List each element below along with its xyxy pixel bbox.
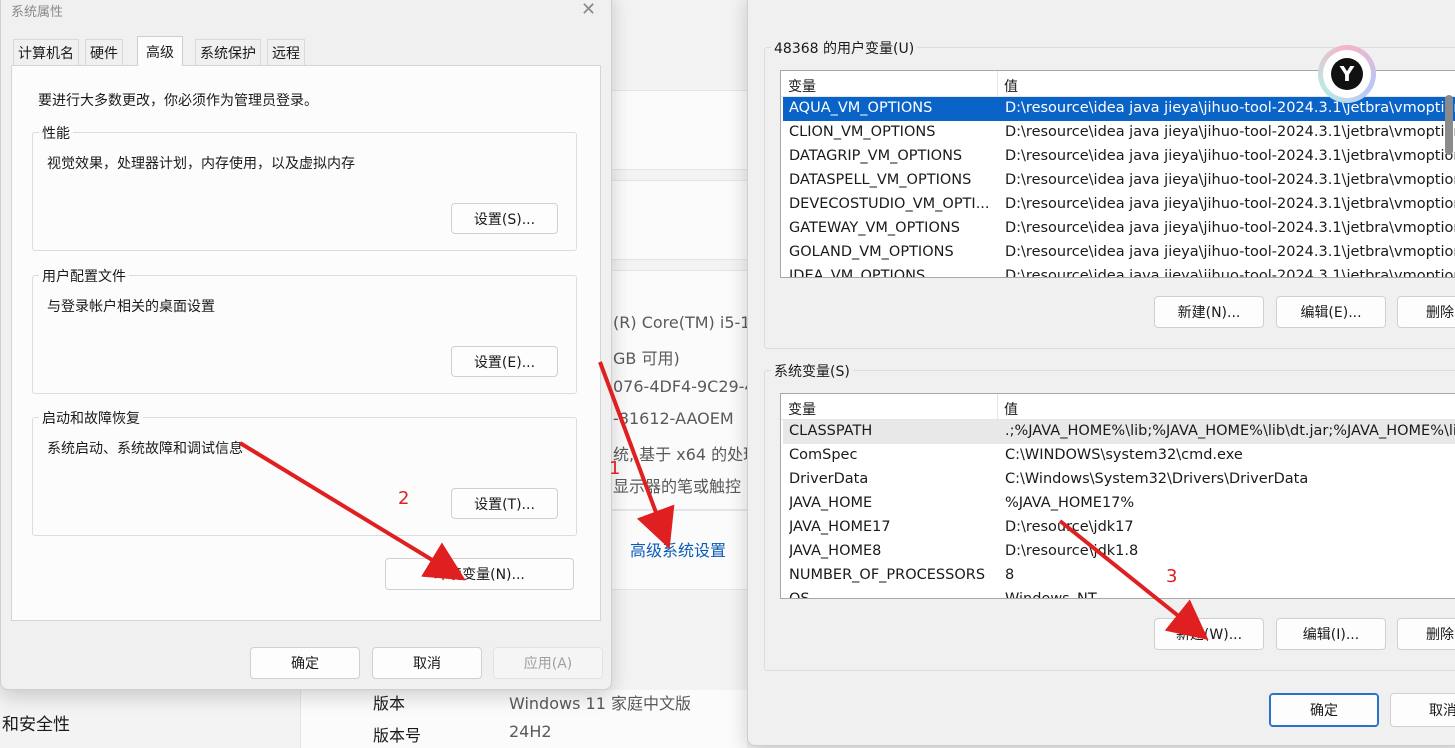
table-row[interactable]: DATAGRIP_VM_OPTIONS D:\resource\idea java…	[783, 145, 1455, 169]
ok-button[interactable]: 确定	[250, 647, 360, 679]
spec-product-id: -81612-AAOEM	[613, 409, 734, 428]
edition-value: Windows 11 家庭中文版	[509, 694, 691, 713]
spec-device-id: 076-4DF4-9C29-4(	[613, 377, 761, 396]
spec-processor: (R) Core(TM) i5-11	[613, 313, 761, 332]
table-row[interactable]: DATASPELL_VM_OPTIONS D:\resource\idea jav…	[783, 169, 1455, 193]
tab-computer-name[interactable]: 计算机名	[13, 39, 79, 65]
environment-variables-button[interactable]: 环境变量(N)...	[385, 558, 574, 590]
version-value: 24H2	[509, 722, 552, 741]
column-variable[interactable]: 变量	[788, 399, 816, 419]
performance-settings-button[interactable]: 设置(S)...	[451, 203, 558, 234]
settings-card	[600, 90, 760, 170]
table-row[interactable]: GATEWAY_VM_OPTIONS D:\resource\idea java …	[783, 217, 1455, 241]
environment-variables-dialog: 48368 的用户变量(U) 变量 值 AQUA_VM_OPTIONS D:\re…	[747, 0, 1455, 746]
system-properties-dialog: 系统属性 ✕ 计算机名 硬件 高级 系统保护 远程 要进行大多数更改，你必须作为…	[0, 0, 612, 690]
table-row[interactable]: JAVA_HOME %JAVA_HOME17%	[783, 492, 1455, 516]
system-edit-button[interactable]: 编辑(I)...	[1276, 618, 1386, 650]
env-ok-button[interactable]: 确定	[1269, 693, 1379, 727]
close-icon[interactable]: ✕	[581, 0, 596, 20]
system-variables-list[interactable]: 变量 值 CLASSPATH .;%JAVA_HOME%\lib;%JAVA_HO…	[780, 393, 1455, 599]
system-delete-button[interactable]: 删除	[1397, 618, 1455, 650]
spec-system-type: 统, 基于 x64 的处理	[613, 445, 760, 464]
system-variables-title: 系统变量(S)	[771, 361, 853, 381]
user-variables-title: 48368 的用户变量(U)	[771, 38, 918, 58]
user-edit-button[interactable]: 编辑(E)...	[1276, 296, 1386, 328]
settings-window-background: (R) Core(TM) i5-11 GB 可用) 076-4DF4-9C29-…	[600, 0, 761, 748]
annotation-1: 1	[609, 458, 621, 479]
tab-advanced[interactable]: 高级	[137, 36, 183, 66]
assistant-badge-icon[interactable]: Y	[1318, 45, 1376, 103]
cancel-button[interactable]: 取消	[372, 647, 482, 679]
nav-item-privacy-security[interactable]: 和安全性	[2, 710, 70, 735]
startup-recovery-settings-button[interactable]: 设置(T)...	[451, 488, 558, 519]
advanced-system-settings-link[interactable]: 高级系统设置	[630, 537, 726, 561]
tab-remote[interactable]: 远程	[267, 39, 305, 65]
windows-spec-card: 版本 Windows 11 家庭中文版 版本号 24H2	[300, 690, 747, 748]
tab-system-protection[interactable]: 系统保护	[195, 39, 261, 65]
table-row[interactable]: JAVA_HOME8 D:\resource\jdk1.8	[783, 540, 1455, 564]
table-row[interactable]: ComSpec C:\WINDOWS\system32\cmd.exe	[783, 444, 1455, 468]
user-profiles-title: 用户配置文件	[39, 266, 129, 286]
table-row[interactable]: OS Windows_NT	[783, 588, 1455, 598]
table-row[interactable]: DriverData C:\Windows\System32\Drivers\Dr…	[783, 468, 1455, 492]
spec-pen-touch: 显示器的笔或触控	[613, 477, 742, 496]
table-row[interactable]: JAVA_HOME17 D:\resource\jdk17	[783, 516, 1455, 540]
system-list-header: 变量 值	[781, 394, 1455, 420]
system-new-button[interactable]: 新建(W)...	[1154, 618, 1264, 650]
user-list-scrollbar[interactable]	[1445, 95, 1453, 155]
column-variable[interactable]: 变量	[788, 76, 816, 96]
env-cancel-button[interactable]: 取消	[1390, 693, 1455, 727]
performance-group: 性能 视觉效果，处理器计划，内存使用，以及虚拟内存 设置(S)...	[32, 123, 577, 251]
settings-card	[600, 180, 760, 260]
annotation-3: 3	[1166, 566, 1178, 587]
table-row[interactable]: IDEA_VM_OPTIONS D:\resource\idea java jie…	[783, 265, 1455, 277]
dialog-title: 系统属性	[11, 5, 64, 20]
column-value[interactable]: 值	[1004, 76, 1018, 96]
spec-ram: GB 可用)	[613, 349, 680, 368]
table-row[interactable]: NUMBER_OF_PROCESSORS 8	[783, 564, 1455, 588]
startup-recovery-group: 启动和故障恢复 系统启动、系统故障和调试信息 设置(T)...	[32, 408, 577, 536]
user-profiles-desc: 与登录帐户相关的桌面设置	[47, 299, 215, 315]
table-row[interactable]: DEVECOSTUDIO_VM_OPTI... D:\resource\idea …	[783, 193, 1455, 217]
startup-recovery-title: 启动和故障恢复	[39, 408, 143, 428]
user-delete-button[interactable]: 删除	[1397, 296, 1455, 328]
user-new-button[interactable]: 新建(N)...	[1154, 296, 1264, 328]
tab-hardware[interactable]: 硬件	[85, 39, 123, 65]
table-row[interactable]: CLION_VM_OPTIONS D:\resource\idea java ji…	[783, 121, 1455, 145]
admin-note: 要进行大多数更改，你必须作为管理员登录。	[38, 93, 318, 109]
table-row[interactable]: GOLAND_VM_OPTIONS D:\resource\idea java j…	[783, 241, 1455, 265]
user-profiles-settings-button[interactable]: 设置(E)...	[451, 346, 558, 377]
edition-label: 版本	[373, 694, 406, 713]
apply-button[interactable]: 应用(A)	[493, 647, 603, 679]
user-profiles-group: 用户配置文件 与登录帐户相关的桌面设置 设置(E)...	[32, 266, 577, 394]
performance-title: 性能	[39, 123, 73, 143]
annotation-2: 2	[398, 488, 410, 509]
performance-desc: 视觉效果，处理器计划，内存使用，以及虚拟内存	[47, 156, 355, 172]
column-value[interactable]: 值	[1004, 399, 1018, 419]
advanced-tab-panel: 要进行大多数更改，你必须作为管理员登录。 性能 视觉效果，处理器计划，内存使用，…	[11, 65, 601, 621]
startup-recovery-desc: 系统启动、系统故障和调试信息	[47, 441, 243, 457]
version-label: 版本号	[373, 726, 422, 745]
settings-nav-area: 和安全性	[0, 690, 300, 748]
table-row[interactable]: CLASSPATH .;%JAVA_HOME%\lib;%JAVA_HOME%\l…	[783, 420, 1455, 444]
